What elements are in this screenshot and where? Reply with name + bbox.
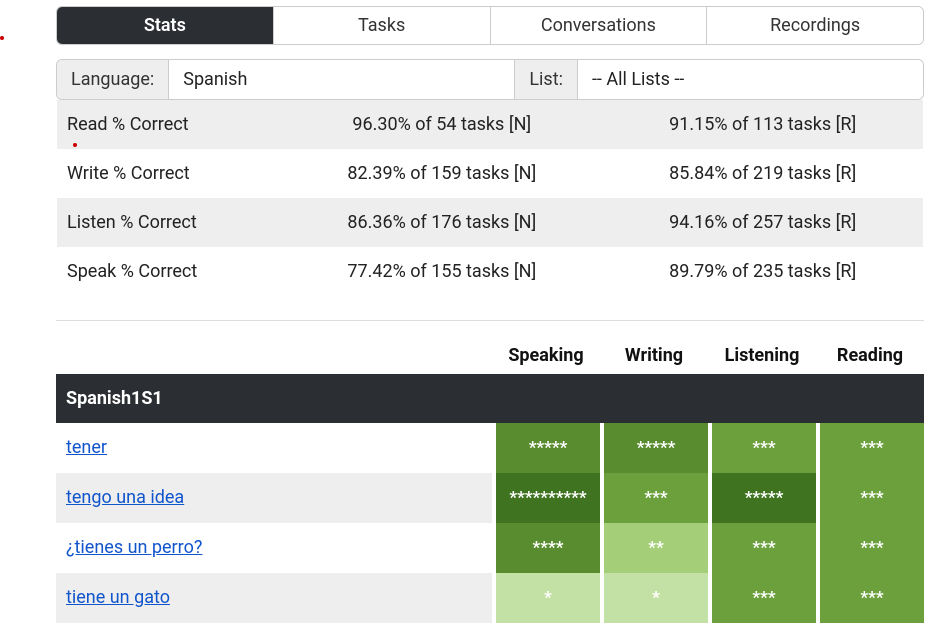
word-cell: tengo una idea [56, 473, 492, 523]
list-label: List: [515, 60, 578, 99]
heat-cell-listening: ***** [708, 473, 816, 523]
word-cell: tiene un gato [56, 573, 492, 623]
stats-r-value: 85.84% of 219 tasks [R] [602, 149, 923, 198]
word-cell: ¿tienes un perro? [56, 523, 492, 573]
divider [56, 320, 924, 321]
language-label: Language: [57, 60, 169, 99]
heat-cell-listening: *** [708, 423, 816, 473]
word-cell: tener [56, 423, 492, 473]
heat-cell-listening: *** [708, 573, 816, 623]
stats-r-value: 89.79% of 235 tasks [R] [602, 247, 923, 296]
heat-cell-speaking: **** [492, 523, 600, 573]
stats-n-value: 82.39% of 159 tasks [N] [281, 149, 602, 198]
stats-n-value: 86.36% of 176 tasks [N] [281, 198, 602, 247]
stats-r-value: 91.15% of 113 tasks [R] [602, 100, 923, 149]
list-select[interactable]: -- All Lists -- [578, 60, 923, 99]
stats-row: Write % Correct 82.39% of 159 tasks [N] … [57, 149, 924, 198]
stats-row: Read % Correct 96.30% of 54 tasks [N] 91… [57, 100, 924, 149]
heat-cell-writing: ***** [600, 423, 708, 473]
section-header: Spanish1S1 [56, 374, 924, 423]
stats-row: Listen % Correct 86.36% of 176 tasks [N]… [57, 198, 924, 247]
skill-row: tiene un gato******** [56, 573, 924, 623]
main-tabs: Stats Tasks Conversations Recordings [56, 6, 924, 45]
language-select[interactable]: Spanish [169, 60, 515, 99]
heat-cell-reading: *** [816, 523, 924, 573]
stats-label: Write % Correct [57, 149, 282, 198]
heat-cell-speaking: ********** [492, 473, 600, 523]
col-reading: Reading [816, 345, 924, 366]
col-writing: Writing [600, 345, 708, 366]
heat-cell-writing: ** [600, 523, 708, 573]
stats-table: Read % Correct 96.30% of 54 tasks [N] 91… [56, 100, 924, 296]
heat-cell-writing: * [600, 573, 708, 623]
tab-recordings[interactable]: Recordings [707, 7, 923, 44]
tab-tasks[interactable]: Tasks [274, 7, 491, 44]
heat-cell-speaking: ***** [492, 423, 600, 473]
skill-row: ¿tienes un perro?************ [56, 523, 924, 573]
heat-cell-reading: *** [816, 423, 924, 473]
tab-stats[interactable]: Stats [57, 7, 274, 44]
word-link[interactable]: tener [66, 437, 107, 458]
word-link[interactable]: tengo una idea [66, 487, 184, 508]
stats-label: Speak % Correct [57, 247, 282, 296]
stats-label: Read % Correct [57, 100, 282, 149]
stats-r-value: 94.16% of 257 tasks [R] [602, 198, 923, 247]
skill-row: tengo una idea********************* [56, 473, 924, 523]
heat-cell-writing: *** [600, 473, 708, 523]
word-link[interactable]: ¿tienes un perro? [66, 537, 202, 558]
skill-row: tener**************** [56, 423, 924, 473]
heat-cell-reading: *** [816, 473, 924, 523]
tab-conversations[interactable]: Conversations [491, 7, 708, 44]
col-speaking: Speaking [492, 345, 600, 366]
heat-cell-speaking: * [492, 573, 600, 623]
skill-columns-header: Speaking Writing Listening Reading [56, 345, 924, 366]
filters-row: Language: Spanish List: -- All Lists -- [56, 59, 924, 100]
stats-n-value: 96.30% of 54 tasks [N] [281, 100, 602, 149]
word-link[interactable]: tiene un gato [66, 587, 170, 608]
stats-n-value: 77.42% of 155 tasks [N] [281, 247, 602, 296]
heat-cell-listening: *** [708, 523, 816, 573]
col-listening: Listening [708, 345, 816, 366]
stats-label: Listen % Correct [57, 198, 282, 247]
heat-cell-reading: *** [816, 573, 924, 623]
stats-row: Speak % Correct 77.42% of 155 tasks [N] … [57, 247, 924, 296]
